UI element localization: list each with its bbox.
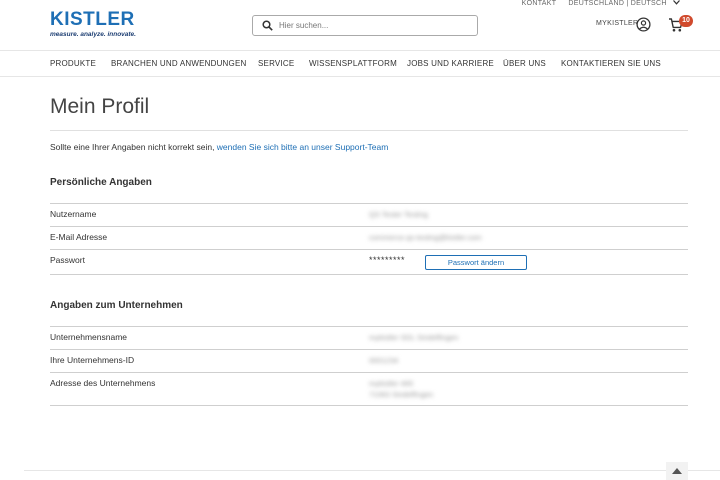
- username-label: Nutzername: [50, 209, 97, 219]
- nav-item-wissensplattform[interactable]: WISSENSPLATTFORM: [309, 59, 397, 68]
- email-label: E-Mail Adresse: [50, 232, 108, 242]
- divider: [50, 274, 688, 275]
- site-header: KISTLER measure. analyze. innovate. MYKI…: [0, 10, 720, 46]
- company-address-line2: 71063 Sindelfingen: [369, 390, 434, 399]
- page-title: Mein Profil: [50, 95, 150, 118]
- personal-section-heading: Persönliche Angaben: [50, 177, 152, 188]
- logo-wordmark: KISTLER: [50, 9, 135, 30]
- cart-count-badge: 10: [679, 15, 693, 27]
- footer-divider: [24, 470, 720, 471]
- search-icon[interactable]: [262, 20, 273, 31]
- change-password-button[interactable]: Passwort ändern: [425, 255, 527, 270]
- scroll-to-top-button[interactable]: [666, 462, 688, 480]
- search-box[interactable]: [252, 15, 478, 36]
- divider: [50, 349, 688, 350]
- user-circle-icon[interactable]: [636, 17, 651, 32]
- password-label: Passwort: [50, 255, 85, 265]
- company-name-label: Unternehmensname: [50, 332, 128, 342]
- company-section-heading: Angaben zum Unternehmen: [50, 300, 183, 311]
- divider: [50, 249, 688, 250]
- utility-bar: KONTAKT DEUTSCHLAND | DEUTSCH: [512, 0, 680, 7]
- username-value: QS Tester Testing: [369, 210, 428, 219]
- company-address-label: Adresse des Unternehmens: [50, 378, 156, 388]
- nav-item-kontakt[interactable]: KONTAKTIEREN SIE UNS: [561, 59, 661, 68]
- email-value: commerce.qs-testing@kistler.com: [369, 233, 482, 242]
- intro-text: Sollte eine Ihrer Angaben nicht korrekt …: [50, 142, 388, 152]
- contact-link[interactable]: KONTAKT: [522, 0, 557, 7]
- nav-item-produkte[interactable]: PRODUKTE: [50, 59, 96, 68]
- nav-item-jobs[interactable]: JOBS UND KARRIERE: [407, 59, 494, 68]
- divider: [50, 203, 688, 204]
- divider: [50, 326, 688, 327]
- nav-item-service[interactable]: SERVICE: [258, 59, 294, 68]
- nav-item-ueber-uns[interactable]: ÜBER UNS: [503, 59, 546, 68]
- company-id-label: Ihre Unternehmens-ID: [50, 355, 135, 365]
- kistler-logo[interactable]: KISTLER measure. analyze. innovate.: [50, 9, 136, 39]
- chevron-down-icon[interactable]: [673, 0, 680, 5]
- search-input[interactable]: [279, 18, 469, 33]
- divider: [50, 226, 688, 227]
- divider: [50, 372, 688, 373]
- support-team-link[interactable]: wenden Sie sich bitte an unser Support-T…: [217, 142, 389, 152]
- logo-tagline: measure. analyze. innovate.: [50, 31, 136, 38]
- chevron-up-icon: [672, 468, 682, 474]
- mykistler-link[interactable]: MYKISTLER: [596, 20, 638, 27]
- company-id-value: 0001234: [369, 356, 399, 365]
- password-value: *********: [369, 255, 406, 265]
- intro-sentence: Sollte eine Ihrer Angaben nicht korrekt …: [50, 142, 217, 152]
- main-nav: PRODUKTE BRANCHEN UND ANWENDUNGEN SERVIC…: [0, 50, 720, 77]
- company-address-line1: mykistler 465: [369, 379, 414, 388]
- nav-item-branchen[interactable]: BRANCHEN UND ANWENDUNGEN: [111, 59, 246, 68]
- company-name-value: mykistler SDL Sindelfingen: [369, 333, 459, 342]
- language-selector[interactable]: DEUTSCHLAND | DEUTSCH: [568, 0, 666, 7]
- divider: [50, 405, 688, 406]
- divider: [50, 130, 688, 131]
